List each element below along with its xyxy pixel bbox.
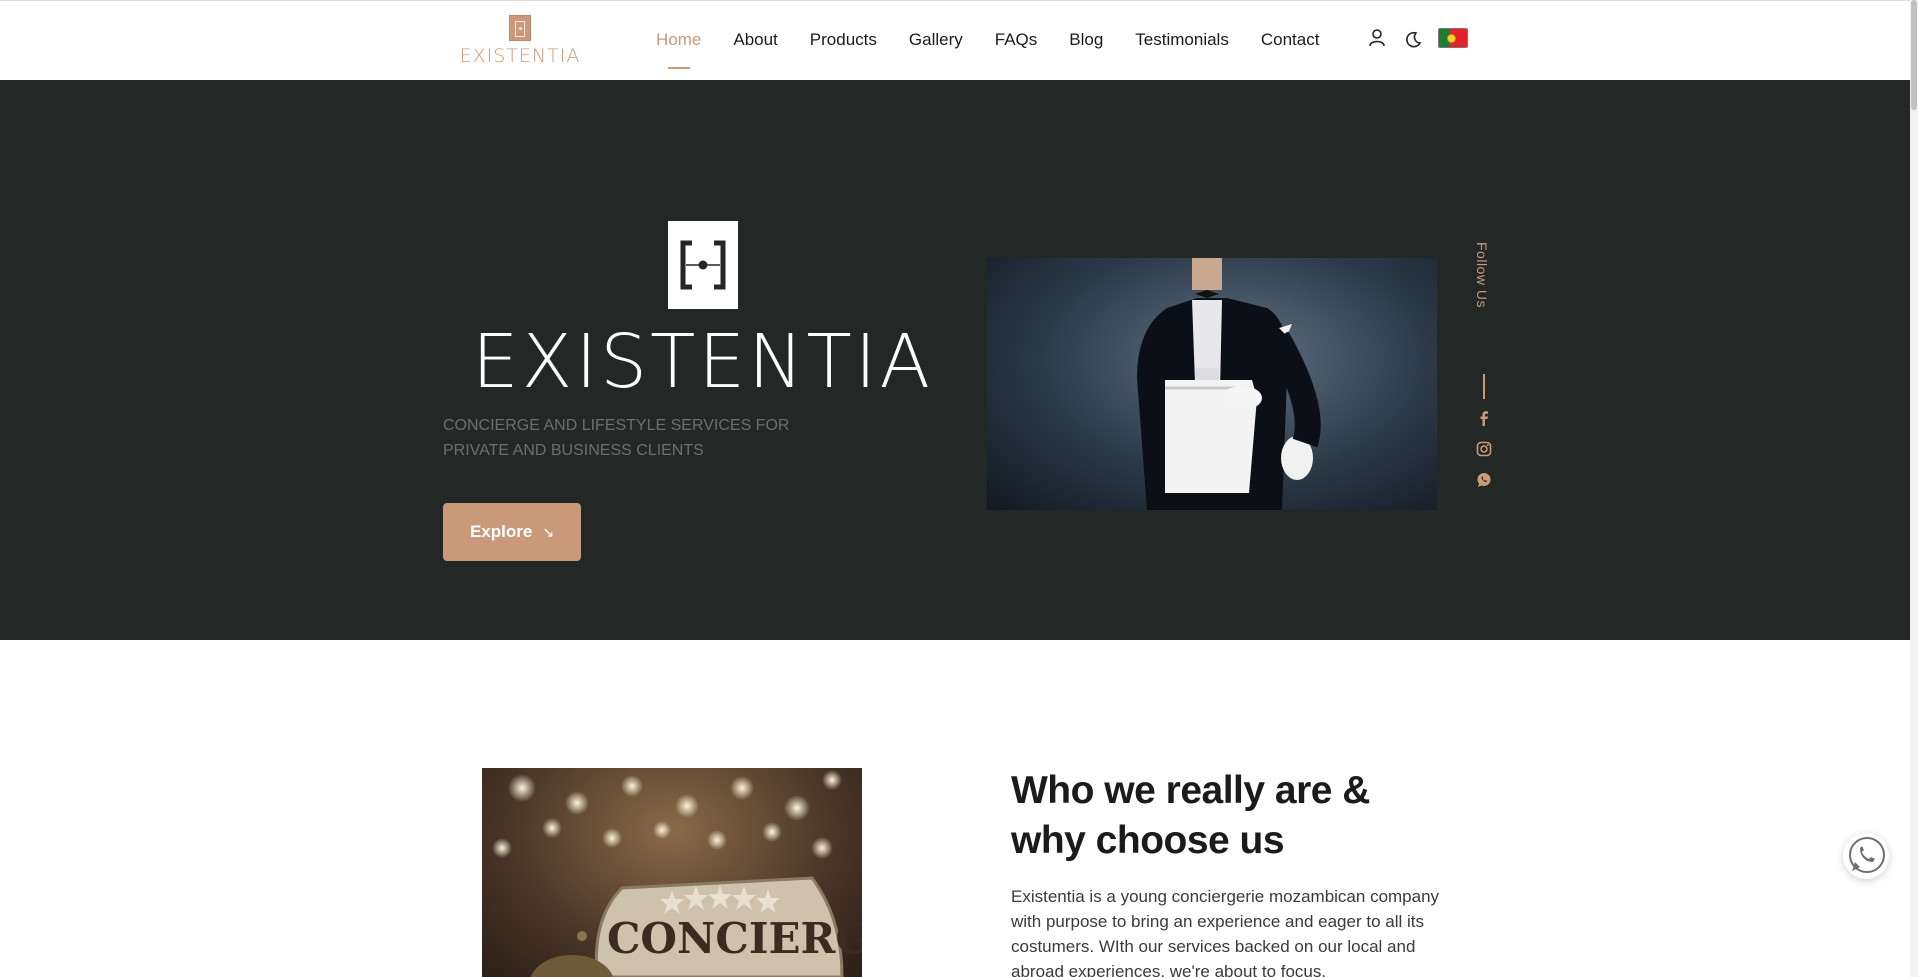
hero-section: EXISTENTIA CONCIERGE AND LIFESTYLE SERVI… [0,80,1910,640]
concierge-image: CONCIERGE [482,768,862,977]
hero-logo-icon [668,221,738,309]
nav-item-about[interactable]: About [733,29,777,51]
moon-icon[interactable] [1404,31,1422,49]
page-scrollbar[interactable] [1910,0,1918,977]
nav-item-blog[interactable]: Blog [1069,29,1103,51]
logo-text: EXISTENTIA [459,45,581,67]
portugal-flag-icon[interactable] [1438,28,1468,48]
nav-item-products[interactable]: Products [810,29,877,51]
follow-us-panel: Follow Us [1468,242,1498,502]
nav-item-testimonials[interactable]: Testimonials [1135,29,1229,51]
nav-item-faqs[interactable]: FAQs [995,29,1038,51]
butler-image [987,258,1437,510]
hero-tagline: CONCIERGE AND LIFESTYLE SERVICES FOR PRI… [443,417,790,459]
nav-item-gallery[interactable]: Gallery [909,29,963,51]
brand-logo[interactable]: EXISTENTIA [452,15,588,67]
concierge-sign-text: CONCIERGE [607,914,862,963]
explore-button[interactable]: Explore ↘ [443,503,581,561]
main-nav: Home About Products Gallery FAQs Blog Te… [656,29,1351,69]
whatsapp-icon[interactable] [1476,472,1492,488]
scrollbar-thumb[interactable] [1911,0,1917,110]
hero-wordmark: EXISTENTIA [471,319,934,405]
user-icon[interactable] [1369,29,1385,47]
site-header: EXISTENTIA Home About Products Gallery F… [0,0,1910,80]
about-title: Who we really are & why choose us [1011,769,1370,862]
explore-label: Explore [469,522,533,541]
about-text: Existentia is a young conciergerie mozam… [1011,887,1440,977]
follow-us-label: Follow Us [1474,242,1490,308]
follow-divider [1483,374,1485,399]
whatsapp-chat-icon[interactable] [1843,833,1889,879]
instagram-icon[interactable] [1476,441,1492,457]
facebook-icon[interactable] [1476,410,1492,426]
nav-item-home[interactable]: Home [656,29,701,69]
arrow-down-right-icon: ↘ [542,523,555,540]
logo-mark-icon [509,15,531,41]
nav-item-contact[interactable]: Contact [1261,29,1320,51]
